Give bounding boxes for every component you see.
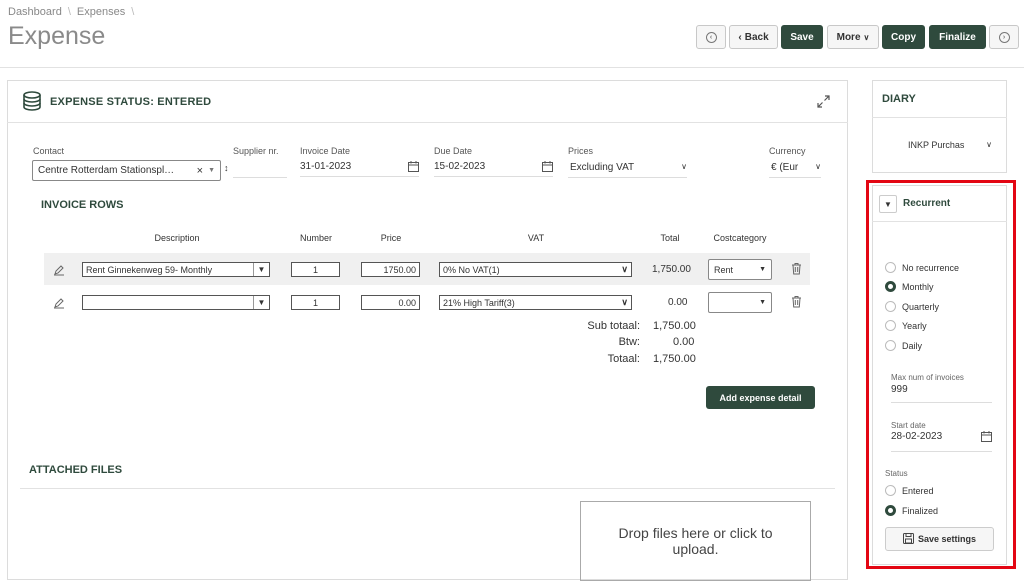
invoice-date-input[interactable]: 31-01-2023: [300, 161, 419, 177]
caret-down-icon: ▼: [759, 266, 766, 273]
file-dropzone[interactable]: Drop files here or click to upload.: [580, 501, 811, 581]
attached-divider: [20, 488, 835, 489]
costcategory-select[interactable]: Rent ▼: [708, 259, 772, 280]
trash-icon[interactable]: [791, 262, 802, 280]
caret-down-icon: ▼: [208, 167, 215, 174]
edit-icon[interactable]: [53, 296, 65, 314]
clear-icon[interactable]: ×: [197, 165, 203, 177]
vat-select[interactable]: 21% High Tariff(3) ∨: [439, 295, 632, 310]
finalize-button[interactable]: Finalize: [929, 25, 986, 49]
row-total: 1,750.00: [652, 264, 691, 275]
contact-label: Contact: [33, 146, 65, 156]
chevron-down-icon: ∨: [621, 297, 628, 307]
card-divider: [7, 122, 848, 123]
column-header-vat: VAT: [527, 233, 545, 243]
column-header-costcategory: Costcategory: [713, 233, 767, 243]
row-total: 0.00: [668, 297, 688, 308]
diary-divider: [872, 117, 1007, 118]
invoice-date-value: 31-01-2023: [300, 161, 352, 172]
breadcrumb: Dashboard \ Expenses \: [8, 6, 134, 18]
caret-down-icon: ▼: [253, 296, 269, 309]
diary-select[interactable]: INKP Purchas ∨: [908, 140, 992, 150]
diary-value: INKP Purchas: [908, 140, 965, 150]
description-select[interactable]: ▼: [82, 295, 270, 310]
invoice-rows-heading: INVOICE ROWS: [41, 199, 124, 211]
column-header-price: Price: [380, 233, 402, 243]
attached-files-heading: ATTACHED FILES: [29, 464, 123, 476]
total-label: Totaal:: [607, 353, 640, 365]
column-header-number: Number: [299, 233, 332, 243]
subtotal-value: 1,750.00: [653, 320, 696, 332]
more-button[interactable]: More ∨: [827, 25, 879, 49]
chevron-right-circle-icon: ›: [998, 31, 1010, 43]
caret-down-icon: ▼: [759, 299, 766, 306]
due-date-input[interactable]: 15-02-2023: [434, 161, 553, 177]
btw-value: 0.00: [673, 336, 695, 348]
highlight-box: [866, 180, 1016, 569]
vat-value: 0% No VAT(1): [443, 264, 500, 275]
prices-value: Excluding VAT: [570, 162, 635, 173]
price-input[interactable]: 0.00: [361, 295, 420, 310]
btw-label: Btw:: [618, 336, 640, 348]
calendar-icon[interactable]: [408, 161, 419, 176]
due-date-label: Due Date: [434, 146, 473, 156]
currency-value: € (Eur: [771, 162, 799, 173]
expense-status-heading: EXPENSE STATUS: ENTERED: [50, 96, 212, 108]
price-input[interactable]: 1750.00: [361, 262, 420, 277]
expand-icon[interactable]: [817, 95, 830, 113]
more-label: More: [836, 31, 861, 43]
supplier-label: Supplier nr.: [233, 146, 279, 156]
vat-select[interactable]: 0% No VAT(1) ∨: [439, 262, 632, 277]
chevron-down-icon: ∨: [986, 140, 992, 149]
trash-icon[interactable]: [791, 295, 802, 313]
sort-icon: ↕: [224, 163, 229, 173]
contact-value: Centre Rotterdam Stationspl…: [38, 165, 175, 176]
edit-icon[interactable]: [53, 263, 65, 281]
previous-button[interactable]: ‹: [696, 25, 726, 49]
currency-label: Currency: [769, 146, 806, 156]
breadcrumb-separator: \: [67, 6, 71, 18]
vat-value: 21% High Tariff(3): [443, 297, 515, 308]
invoice-date-label: Invoice Date: [300, 146, 351, 156]
calendar-icon[interactable]: [542, 161, 553, 176]
column-header-total: Total: [660, 233, 680, 243]
column-header-description: Description: [154, 233, 200, 243]
diary-heading: DIARY: [882, 93, 916, 105]
costcategory-value: Rent: [714, 264, 734, 275]
breadcrumb-expenses[interactable]: Expenses: [77, 6, 125, 18]
breadcrumb-dashboard[interactable]: Dashboard: [8, 6, 62, 18]
description-select[interactable]: Rent Ginnekenweg 59- Monthly ▼: [82, 262, 270, 277]
costcategory-select[interactable]: ▼: [708, 292, 772, 313]
chevron-left-icon: ‹: [738, 31, 742, 43]
chevron-down-icon: ∨: [681, 162, 687, 171]
prices-label: Prices: [568, 146, 594, 156]
total-value: 1,750.00: [653, 353, 696, 365]
chevron-left-circle-icon: ‹: [705, 31, 717, 43]
chevron-down-icon: ∨: [621, 264, 628, 274]
chevron-down-icon: ∨: [815, 162, 821, 171]
back-label: Back: [744, 31, 769, 43]
add-expense-detail-button[interactable]: Add expense detail: [706, 386, 815, 409]
number-input[interactable]: 1: [291, 295, 340, 310]
header-divider: [0, 67, 1024, 68]
copy-button[interactable]: Copy: [882, 25, 925, 49]
caret-down-icon: ▼: [253, 263, 269, 276]
number-input[interactable]: 1: [291, 262, 340, 277]
save-button[interactable]: Save: [781, 25, 823, 49]
coins-icon: [20, 89, 44, 118]
supplier-input[interactable]: [233, 162, 287, 178]
breadcrumb-separator: \: [131, 6, 135, 18]
due-date-value: 15-02-2023: [434, 161, 486, 172]
next-button[interactable]: ›: [989, 25, 1019, 49]
description-value: Rent Ginnekenweg 59- Monthly: [86, 264, 213, 275]
currency-select[interactable]: € (Eur ∨: [769, 162, 821, 178]
page-title: Expense: [8, 22, 106, 50]
chevron-down-icon: ∨: [863, 32, 870, 42]
subtotal-label: Sub totaal:: [587, 320, 640, 332]
back-button[interactable]: ‹ Back: [729, 25, 778, 49]
contact-select[interactable]: Centre Rotterdam Stationspl… × ▼: [32, 160, 221, 181]
prices-select[interactable]: Excluding VAT ∨: [568, 162, 687, 178]
